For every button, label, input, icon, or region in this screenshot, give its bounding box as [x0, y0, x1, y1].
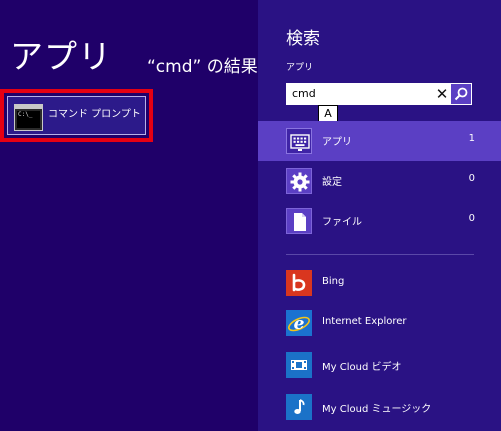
result-tile-command-prompt[interactable]: C:\_ コマンド プロンプト	[7, 96, 146, 135]
category-count: 0	[468, 213, 475, 224]
highlight-frame: C:\_ コマンド プロンプト	[0, 89, 153, 142]
search-button[interactable]	[451, 84, 471, 104]
category-apps[interactable]: アプリ 1	[258, 121, 501, 161]
divider	[286, 254, 474, 255]
category-label: ファイル	[322, 217, 362, 228]
clear-search-button[interactable]: ✕	[432, 84, 452, 104]
app-my-cloud-video[interactable]: My Cloud ビデオ	[258, 346, 501, 386]
search-input[interactable]	[287, 84, 432, 104]
search-pane-title: 検索	[286, 29, 320, 49]
search-icon	[454, 87, 468, 101]
search-results-panel: アプリ “cmd” の結果 C:\_ コマンド プロンプト	[0, 0, 258, 431]
category-label: アプリ	[322, 137, 352, 148]
file-icon	[286, 208, 312, 234]
music-icon	[286, 394, 312, 420]
search-scope-label: アプリ	[286, 63, 314, 73]
app-my-cloud-music[interactable]: My Cloud ミュージック	[258, 388, 501, 428]
video-icon	[286, 352, 312, 378]
svg-text:e: e	[294, 314, 305, 334]
category-files[interactable]: ファイル 0	[258, 201, 501, 241]
internet-explorer-icon: e	[286, 310, 312, 336]
results-subtitle: “cmd” の結果	[147, 57, 258, 77]
bing-icon	[286, 270, 312, 296]
search-box: ✕	[286, 83, 472, 105]
command-prompt-icon: C:\_	[14, 104, 43, 131]
category-label: 設定	[322, 177, 342, 188]
app-label: My Cloud ビデオ	[322, 362, 402, 373]
app-bing[interactable]: Bing	[258, 264, 501, 304]
callout-label: A	[318, 105, 338, 122]
category-count: 0	[468, 173, 475, 184]
category-count: 1	[468, 133, 475, 144]
app-label: Internet Explorer	[322, 316, 407, 327]
settings-gear-icon	[286, 168, 312, 194]
app-label: Bing	[322, 276, 345, 287]
search-charm-pane: 検索 アプリ ✕ A	[258, 0, 501, 431]
app-internet-explorer[interactable]: e Internet Explorer	[258, 304, 501, 344]
category-settings[interactable]: 設定 0	[258, 161, 501, 201]
results-title: アプリ	[10, 37, 112, 76]
result-label: コマンド プロンプト	[48, 109, 141, 120]
apps-keyboard-icon	[286, 128, 312, 154]
app-label: My Cloud ミュージック	[322, 404, 432, 415]
